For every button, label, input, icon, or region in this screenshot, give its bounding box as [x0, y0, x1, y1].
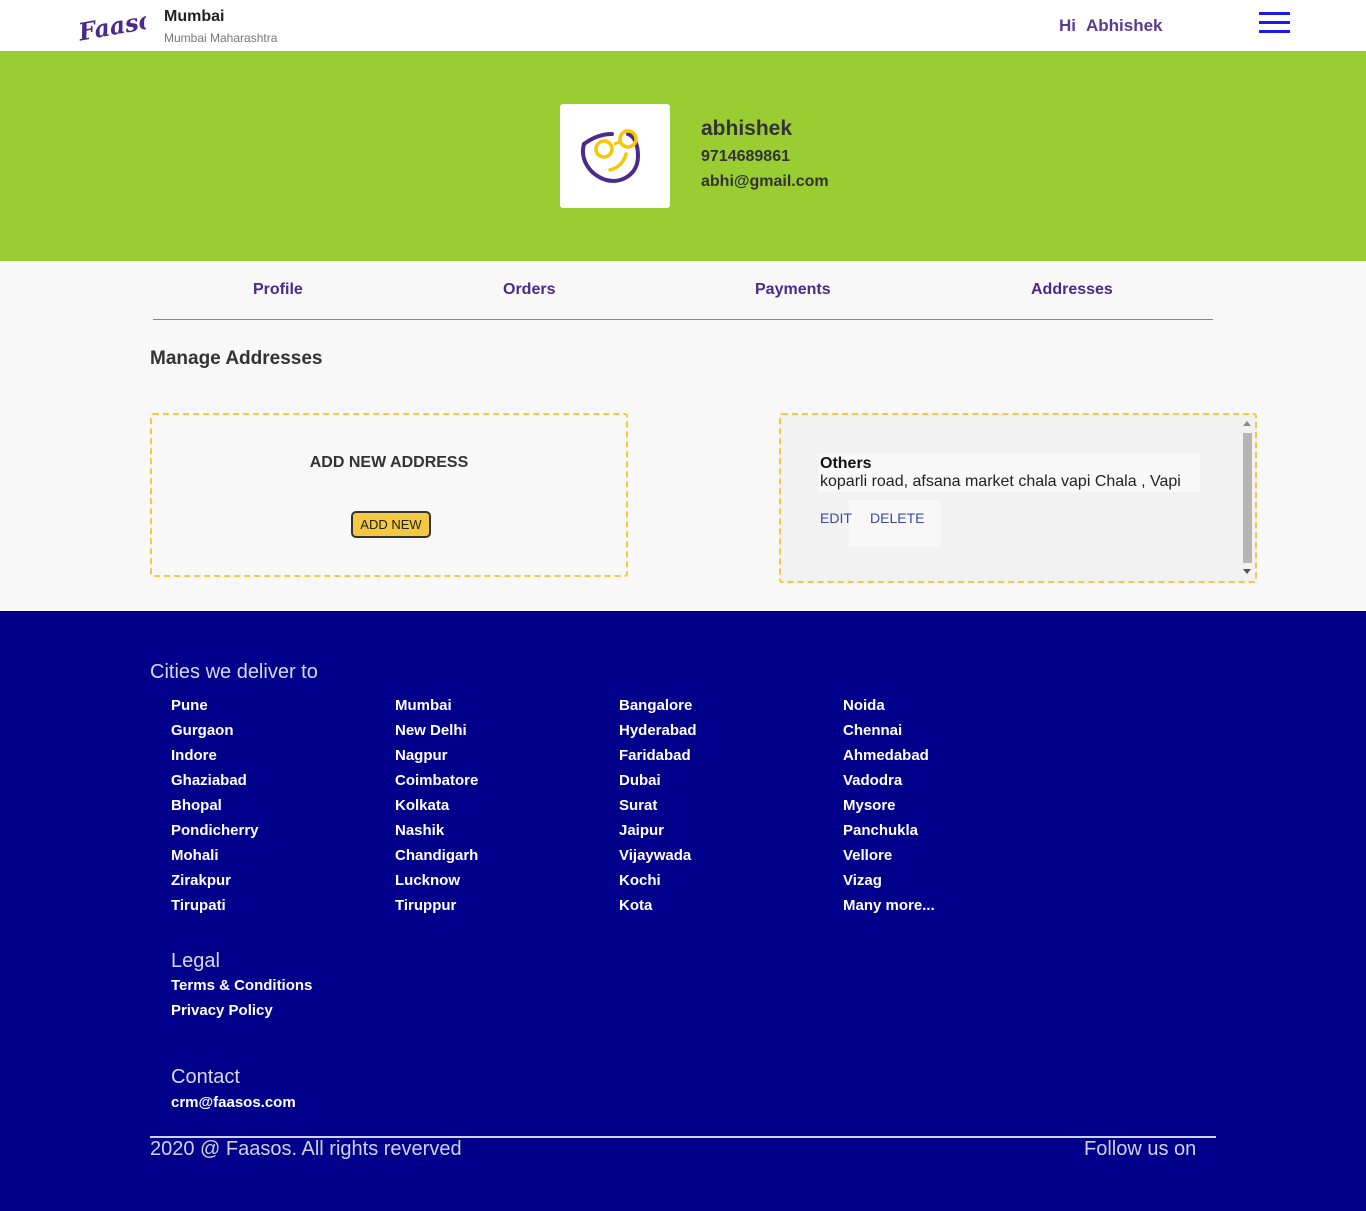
- tab-addresses[interactable]: Addresses: [1031, 281, 1113, 299]
- edit-address-link[interactable]: EDIT: [820, 510, 852, 526]
- city-link[interactable]: Lucknow: [395, 872, 478, 897]
- user-greeting[interactable]: Hi Abhishek: [1059, 16, 1163, 36]
- profile-email: abhi@gmail.com: [701, 173, 829, 190]
- city-link[interactable]: Vadodra: [843, 772, 935, 797]
- follow-us-text: Follow us on: [1084, 1138, 1197, 1160]
- terms-link[interactable]: Terms & Conditions: [171, 977, 312, 994]
- profile-banner: abhishek 9714689861 abhi@gmail.com: [0, 51, 1366, 261]
- city-column-1: Pune Gurgaon Indore Ghaziabad Bhopal Pon…: [171, 697, 259, 922]
- tab-profile[interactable]: Profile: [253, 281, 303, 299]
- city-link[interactable]: Bhopal: [171, 797, 259, 822]
- delete-address-link[interactable]: DELETE: [870, 510, 924, 526]
- svg-text:Faasos: Faasos: [76, 5, 146, 45]
- city-link[interactable]: Coimbatore: [395, 772, 478, 797]
- city-column-2: Mumbai New Delhi Nagpur Coimbatore Kolka…: [395, 697, 478, 922]
- city-link[interactable]: Jaipur: [619, 822, 697, 847]
- tab-orders[interactable]: Orders: [503, 281, 555, 299]
- scroll-down-arrow-icon[interactable]: [1243, 569, 1251, 574]
- city-column-4: Noida Chennai Ahmedabad Vadodra Mysore P…: [843, 697, 935, 922]
- city-link[interactable]: Hyderabad: [619, 722, 697, 747]
- city-link[interactable]: Pondicherry: [171, 822, 259, 847]
- city-link[interactable]: Zirakpur: [171, 872, 259, 897]
- faasos-logo[interactable]: Faasos: [75, 2, 170, 46]
- profile-name: abhishek: [701, 117, 793, 140]
- contact-title: Contact: [171, 1066, 240, 1088]
- city-link[interactable]: Noida: [843, 697, 935, 722]
- city-link[interactable]: Kota: [619, 897, 697, 922]
- avatar: [560, 104, 670, 208]
- city-link[interactable]: Tirupati: [171, 897, 259, 922]
- legal-title: Legal: [171, 950, 220, 972]
- current-city-subtitle: Mumbai Maharashtra: [164, 31, 278, 45]
- city-link[interactable]: Ghaziabad: [171, 772, 259, 797]
- city-link[interactable]: Vijaywada: [619, 847, 697, 872]
- greeting-text: Hi: [1059, 16, 1076, 35]
- scroll-thumb[interactable]: [1243, 433, 1252, 563]
- city-link[interactable]: Gurgaon: [171, 722, 259, 747]
- add-address-card: ADD NEW ADDRESS ADD NEW: [150, 413, 628, 577]
- saved-address-card: Others koparli road, afsana market chala…: [779, 413, 1257, 583]
- city-link[interactable]: Dubai: [619, 772, 697, 797]
- city-link[interactable]: Indore: [171, 747, 259, 772]
- address-label: Others: [820, 455, 872, 472]
- city-link[interactable]: Nagpur: [395, 747, 478, 772]
- add-new-address-button[interactable]: ADD NEW: [351, 511, 431, 538]
- hamburger-menu-icon[interactable]: [1259, 12, 1291, 36]
- city-link[interactable]: Tiruppur: [395, 897, 478, 922]
- city-link[interactable]: Mohali: [171, 847, 259, 872]
- many-more-cities-link[interactable]: Many more...: [843, 897, 935, 922]
- smiley-face-icon: [581, 129, 641, 183]
- city-link[interactable]: Mysore: [843, 797, 935, 822]
- city-link[interactable]: Bangalore: [619, 697, 697, 722]
- city-link[interactable]: Mumbai: [395, 697, 478, 722]
- city-link[interactable]: Panchukla: [843, 822, 935, 847]
- city-link[interactable]: Kolkata: [395, 797, 478, 822]
- city-link[interactable]: Surat: [619, 797, 697, 822]
- account-content: Profile Orders Payments Addresses Manage…: [0, 261, 1366, 611]
- city-link[interactable]: Vellore: [843, 847, 935, 872]
- account-tabs: Profile Orders Payments Addresses: [153, 261, 1213, 320]
- address-scrollbar[interactable]: [1239, 415, 1255, 581]
- city-link[interactable]: Ahmedabad: [843, 747, 935, 772]
- cities-title: Cities we deliver to: [150, 661, 318, 683]
- city-link[interactable]: Chennai: [843, 722, 935, 747]
- add-address-title: ADD NEW ADDRESS: [309, 454, 469, 471]
- scroll-up-arrow-icon[interactable]: [1243, 421, 1251, 426]
- city-link[interactable]: Pune: [171, 697, 259, 722]
- copyright-text: 2020 @ Faasos. All rights reverved: [150, 1138, 462, 1160]
- city-link[interactable]: New Delhi: [395, 722, 478, 747]
- privacy-policy-link[interactable]: Privacy Policy: [171, 1002, 273, 1019]
- city-link[interactable]: Nashik: [395, 822, 478, 847]
- tab-payments[interactable]: Payments: [755, 281, 831, 299]
- city-link[interactable]: Vizag: [843, 872, 935, 897]
- current-city[interactable]: Mumbai: [164, 8, 224, 26]
- user-name: Abhishek: [1086, 16, 1163, 35]
- address-text: koparli road, afsana market chala vapi C…: [820, 473, 1181, 490]
- contact-email-link[interactable]: crm@faasos.com: [171, 1094, 296, 1111]
- city-column-3: Bangalore Hyderabad Faridabad Dubai Sura…: [619, 697, 697, 922]
- manage-addresses-title: Manage Addresses: [150, 348, 323, 369]
- city-link[interactable]: Chandigarh: [395, 847, 478, 872]
- city-link[interactable]: Faridabad: [619, 747, 697, 772]
- profile-phone: 9714689861: [701, 148, 790, 165]
- site-footer: Cities we deliver to Pune Gurgaon Indore…: [0, 611, 1366, 1211]
- top-header: Faasos Mumbai Mumbai Maharashtra Hi Abhis…: [0, 0, 1366, 51]
- city-link[interactable]: Kochi: [619, 872, 697, 897]
